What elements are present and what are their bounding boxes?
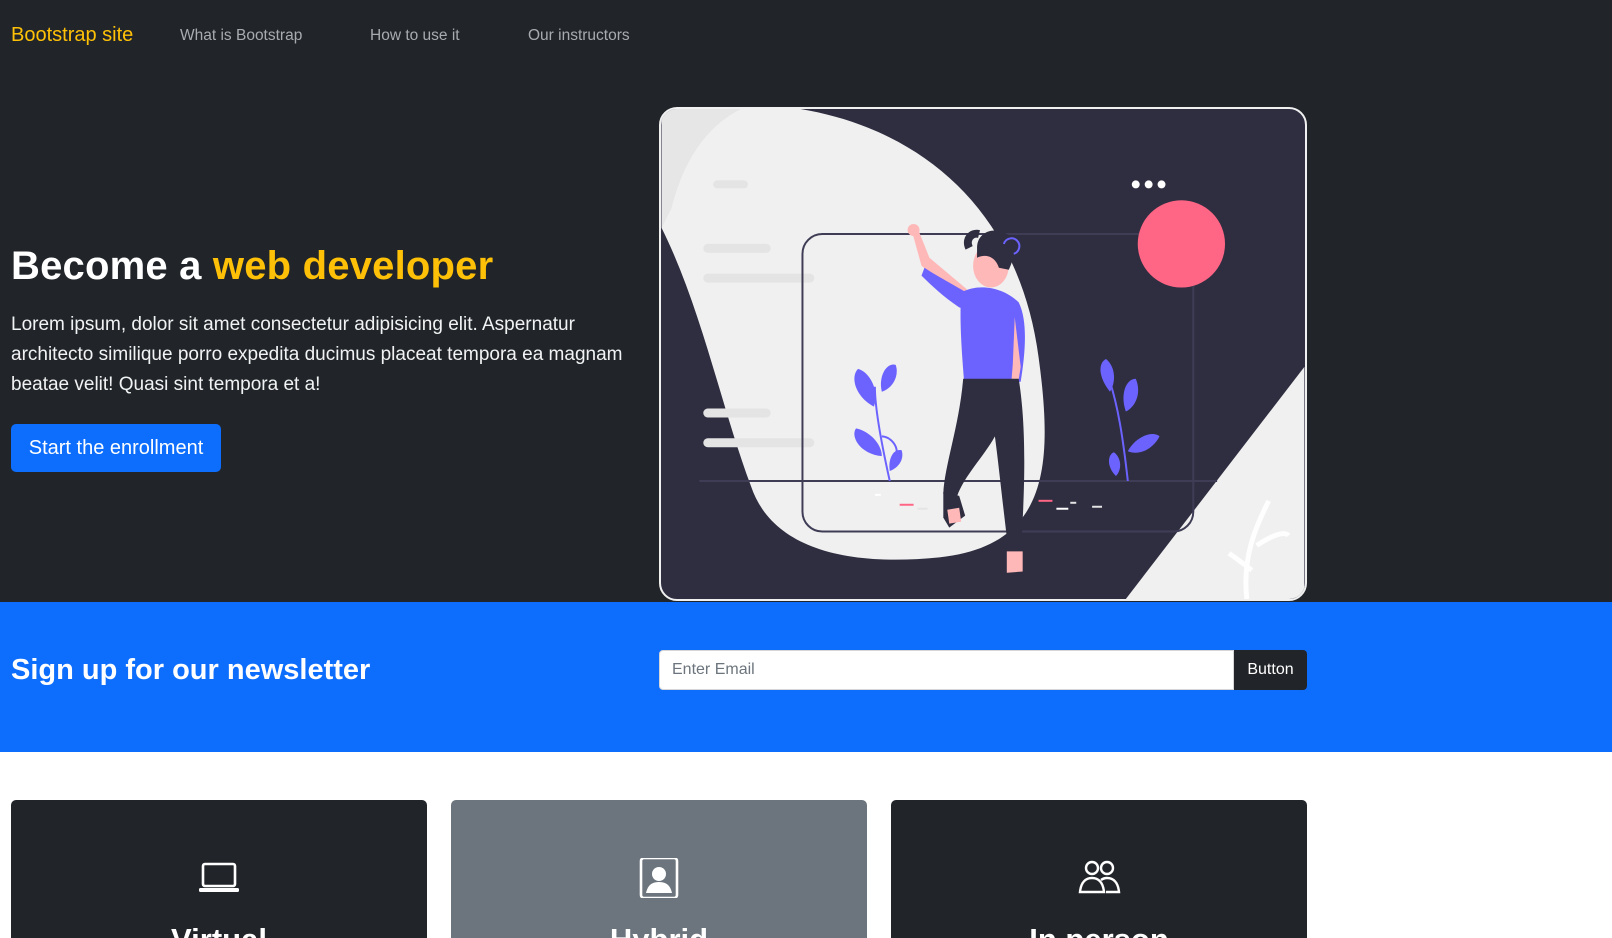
nav-link-what-is-bootstrap[interactable]: What is Bootstrap	[180, 27, 302, 45]
card-title-virtual: Virtual	[11, 922, 427, 938]
hero-illustration	[659, 107, 1307, 601]
page: Bootstrap site What is Bootstrap How to …	[0, 0, 1612, 938]
navbar-brand[interactable]: Bootstrap site	[11, 24, 133, 47]
card-hybrid: Hybrid	[451, 800, 867, 938]
card-in-person: In person	[891, 800, 1307, 938]
email-input[interactable]	[659, 650, 1234, 690]
newsletter-title: Sign up for our newsletter	[11, 654, 371, 686]
nav-link-our-instructors[interactable]: Our instructors	[528, 27, 630, 45]
card-title-hybrid: Hybrid	[451, 922, 867, 938]
start-enrollment-button[interactable]: Start the enrollment	[11, 424, 221, 472]
hero-lead-text: Lorem ipsum, dolor sit amet consectetur …	[11, 314, 623, 395]
laptop-icon	[199, 862, 239, 892]
people-icon	[1078, 860, 1121, 894]
navbar: Bootstrap site What is Bootstrap How to …	[0, 0, 1612, 74]
hero-title: Become a web developer	[11, 244, 493, 289]
newsletter-section: Sign up for our newsletter Button	[0, 602, 1612, 752]
newsletter-submit-button[interactable]: Button	[1234, 650, 1307, 690]
hero-title-prefix: Become a	[11, 244, 213, 288]
card-title-in-person: In person	[891, 922, 1307, 938]
hero-title-highlight: web developer	[212, 244, 494, 288]
nav-link-how-to-use-it[interactable]: How to use it	[370, 27, 460, 45]
card-virtual: Virtual	[11, 800, 427, 938]
cards-section: Virtual Hybrid In person	[0, 752, 1612, 938]
person-badge-icon	[639, 858, 679, 898]
woman-browsing-illustration-icon	[661, 109, 1305, 599]
hero-section: Become a web developer Lorem ipsum, dolo…	[0, 74, 1612, 602]
